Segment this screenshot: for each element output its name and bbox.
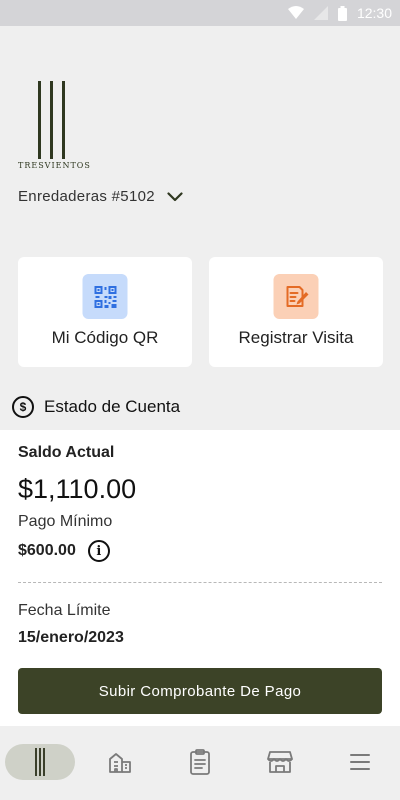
building-icon [109,753,131,773]
nav-menu[interactable] [340,744,380,780]
property-selector[interactable]: Enredaderas #5102 [18,188,183,205]
register-visit-card[interactable]: Registrar Visita [209,257,383,367]
clipboard-icon [190,749,210,775]
status-bar: 12:30 [0,0,400,26]
logo-bars-icon [38,81,66,159]
qr-code-icon [82,274,128,319]
due-date-label: Fecha Límite [18,602,111,619]
chevron-down-icon [167,191,183,201]
nav-clipboard[interactable] [180,744,220,780]
minimum-payment-row: $600.00 i [18,540,110,562]
nav-home[interactable] [5,744,75,780]
qr-code-card[interactable]: Mi Código QR [18,257,192,367]
nav-market[interactable] [260,744,300,780]
nav-property[interactable] [100,744,140,780]
register-visit-icon [273,274,319,319]
account-section-title: $ Estado de Cuenta [12,396,180,418]
status-time: 12:30 [356,5,392,21]
bottom-navigation [0,726,400,800]
market-stall-icon [267,751,293,773]
dollar-circle-icon: $ [12,396,34,418]
brand-logo: TRESVIENTOS [18,81,90,173]
qr-code-label: Mi Código QR [51,328,159,347]
due-date-value: 15/enero/2023 [18,629,124,646]
property-name: Enredaderas #5102 [18,188,155,205]
minimum-payment-label: Pago Mínimo [18,513,113,530]
account-statement-card: Saldo Actual $1,110.00 Pago Mínimo $600.… [0,430,400,726]
account-title: Estado de Cuenta [44,397,181,416]
header: TRESVIENTOS Enredaderas #5102 [0,26,400,230]
divider [18,582,382,583]
menu-icon [350,754,370,770]
brand-name: TRESVIENTOS [18,161,91,170]
minimum-payment-value: $600.00 [18,542,76,559]
balance-label: Saldo Actual [18,444,115,461]
home-logo-icon [35,748,45,776]
signal-icon [313,6,328,20]
balance-value: $1,110.00 [18,474,137,504]
register-visit-label: Registrar Visita [238,328,354,347]
upload-receipt-button[interactable]: Subir Comprobante De Pago [18,668,382,714]
wifi-icon [287,6,304,19]
status-icons: 12:30 [287,4,392,22]
battery-icon [337,5,347,21]
info-icon[interactable]: i [87,540,110,562]
